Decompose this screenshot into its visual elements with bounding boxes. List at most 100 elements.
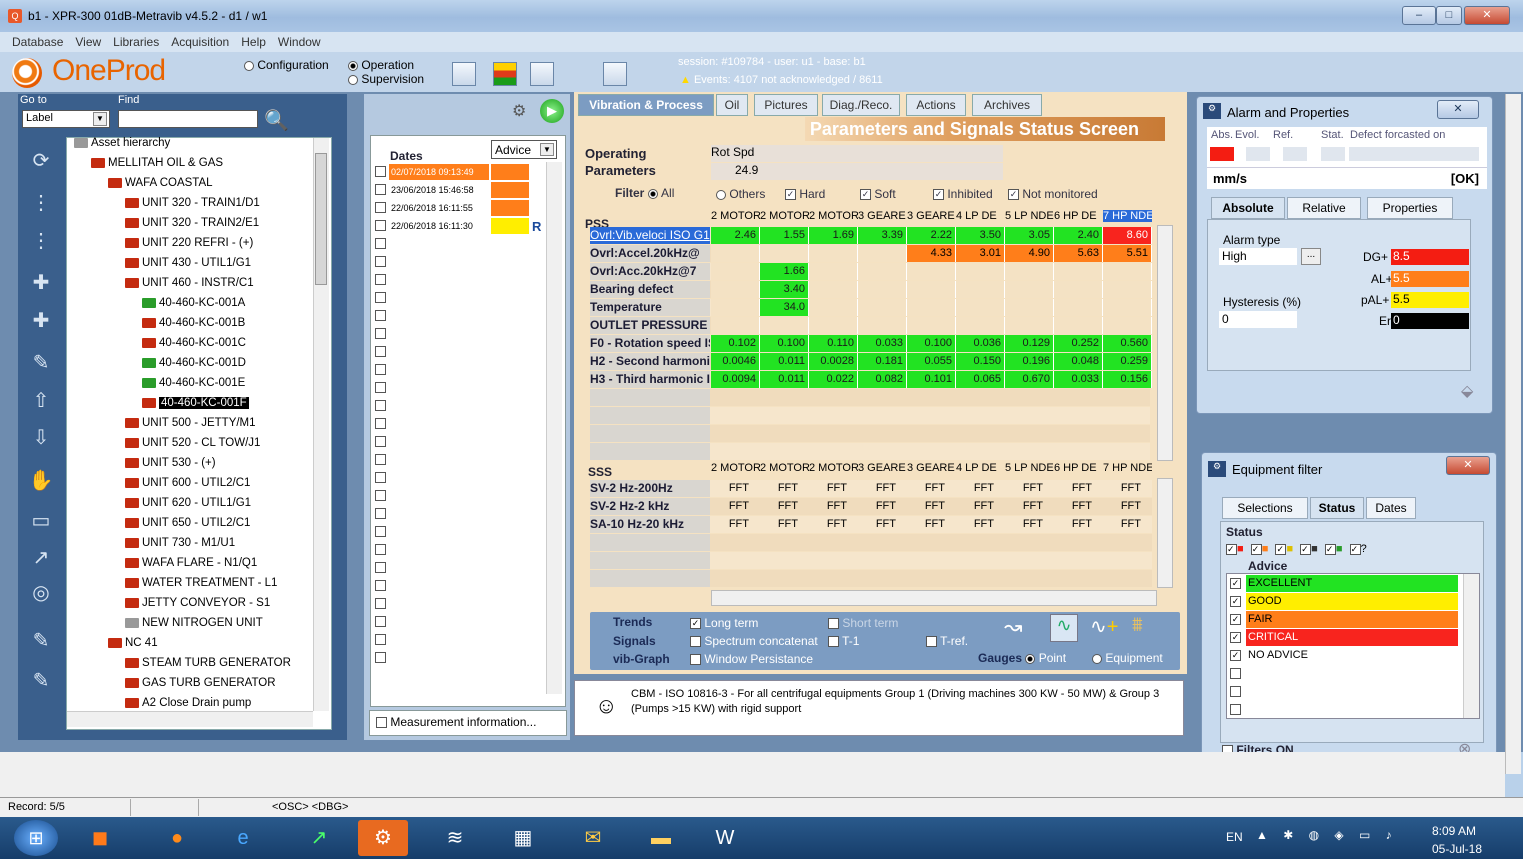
err-threshold-field[interactable]: 0: [1391, 313, 1469, 329]
tree-node[interactable]: NEW NITROGEN UNIT: [125, 617, 312, 637]
sss-hscrollbar[interactable]: [711, 590, 1157, 606]
eqfilter-tab-dates[interactable]: Dates: [1366, 497, 1416, 519]
advice-item[interactable]: GOOD: [1246, 593, 1458, 610]
pss-row-label[interactable]: Ovrl:Accel.20kHz@: [590, 245, 710, 262]
add-curve-icon[interactable]: ∿+: [1090, 614, 1118, 642]
tree-node[interactable]: 40-460-KC-001C: [142, 337, 312, 357]
checkbox-icon[interactable]: ✓: [1300, 543, 1312, 555]
pss-cell[interactable]: [858, 281, 907, 298]
al-threshold-field[interactable]: 5.5: [1391, 271, 1469, 287]
mode-operation[interactable]: Operation: [348, 58, 414, 72]
pss-cell[interactable]: [956, 281, 1005, 298]
menu-item-database[interactable]: Database: [12, 32, 63, 49]
advice-scrollbar[interactable]: [1463, 574, 1479, 718]
pss-cell[interactable]: [907, 299, 956, 316]
pss-cell[interactable]: [1103, 281, 1152, 298]
pss-cell[interactable]: 0.129: [1005, 335, 1054, 352]
pss-cell[interactable]: 0.100: [760, 335, 809, 352]
pss-cell[interactable]: [711, 245, 760, 262]
pss-cell[interactable]: 0.110: [809, 335, 858, 352]
hierarchy-detail-icon[interactable]: ⋮: [26, 228, 56, 256]
menu-item-window[interactable]: Window: [278, 32, 321, 49]
pss-scrollbar[interactable]: [1157, 225, 1173, 461]
date-checkbox[interactable]: [375, 346, 386, 357]
arrow-up-icon[interactable]: ⇧: [26, 388, 56, 416]
sss-cell[interactable]: FFT: [997, 516, 1043, 533]
pss-cell[interactable]: 0.036: [956, 335, 1005, 352]
date-checkbox[interactable]: [375, 256, 386, 267]
pss-cell[interactable]: [760, 245, 809, 262]
sss-cell[interactable]: FFT: [752, 498, 798, 515]
pss-cell[interactable]: [760, 317, 809, 334]
arrow-down-icon[interactable]: ⇩: [26, 425, 56, 453]
tree-node[interactable]: NC 41: [108, 637, 312, 657]
pss-cell[interactable]: [858, 299, 907, 316]
menu-item-view[interactable]: View: [75, 32, 101, 49]
date-checkbox[interactable]: [375, 472, 386, 483]
events-info[interactable]: ▲ Events: 4107 not acknowledged / 8611: [680, 74, 883, 86]
pss-cell[interactable]: [711, 317, 760, 334]
language-indicator[interactable]: EN: [1226, 830, 1243, 844]
tree-node[interactable]: UNIT 520 - CL TOW/J1: [125, 437, 312, 457]
pss-cell[interactable]: 0.259: [1103, 353, 1152, 370]
word-icon[interactable]: W: [700, 820, 750, 856]
radio-icon[interactable]: [1025, 653, 1036, 664]
filter-inhibited[interactable]: ✓ Inhibited: [933, 187, 993, 201]
date-checkbox[interactable]: [375, 328, 386, 339]
tab-pictures[interactable]: Pictures: [754, 94, 818, 116]
filter-not-monitored[interactable]: ✓ Not monitored: [1008, 187, 1098, 201]
tree-node[interactable]: 40-460-KC-001A: [142, 297, 312, 317]
status-list-button[interactable]: [493, 62, 517, 86]
pss-cell[interactable]: 0.022: [809, 371, 858, 388]
pss-cell[interactable]: 0.100: [907, 335, 956, 352]
tree-node[interactable]: UNIT 530 - (+): [125, 457, 312, 477]
filter-soft[interactable]: ✓ Soft: [860, 187, 896, 201]
oneprod-app-icon[interactable]: ⚙: [358, 820, 408, 856]
sss-row-label[interactable]: SV-2 Hz-2 kHz: [590, 498, 710, 515]
tree-node[interactable]: 40-460-KC-001E: [142, 377, 312, 397]
sss-column-header[interactable]: 5 LP NDE: [1005, 462, 1054, 474]
sss-cell[interactable]: FFT: [899, 498, 945, 515]
pss-cell[interactable]: 1.69: [809, 227, 858, 244]
mail-app-icon[interactable]: ✉: [568, 820, 618, 856]
tree-node[interactable]: 40-460-KC-001F: [142, 397, 312, 417]
pss-cell[interactable]: 2.40: [1054, 227, 1103, 244]
pss-cell[interactable]: [809, 317, 858, 334]
events-button[interactable]: [603, 62, 627, 86]
pss-row-label[interactable]: H2 - Second harmonic: [590, 353, 710, 370]
measurement-info[interactable]: Measurement information...: [369, 710, 567, 736]
tree-node[interactable]: JETTY CONVEYOR - S1: [125, 597, 312, 617]
date-checkbox[interactable]: [375, 364, 386, 375]
tray-icons[interactable]: ▲ ✱ ◍ ◈ ▭ ♪: [1256, 828, 1398, 842]
sss-column-header[interactable]: 2 MOTOR: [711, 462, 760, 474]
menu-item-acquisition[interactable]: Acquisition: [171, 32, 229, 49]
tree-node[interactable]: UNIT 320 - TRAIN1/D1: [125, 197, 312, 217]
sss-cell[interactable]: FFT: [997, 480, 1043, 497]
sss-cell[interactable]: FFT: [703, 516, 749, 533]
minimize-button[interactable]: –: [1402, 6, 1436, 25]
pss-cell[interactable]: 1.66: [760, 263, 809, 280]
sss-column-header[interactable]: 4 LP DE: [956, 462, 1005, 474]
pss-cell[interactable]: [1103, 317, 1152, 334]
tree-node[interactable]: WATER TREATMENT - L1: [125, 577, 312, 597]
pss-row-label[interactable]: Bearing defect: [590, 281, 710, 298]
sss-cell[interactable]: FFT: [1095, 498, 1141, 515]
pss-column-header[interactable]: 2 MOTOR: [809, 210, 858, 222]
pss-column-header[interactable]: 3 GEARE: [907, 210, 956, 222]
sss-cell[interactable]: FFT: [703, 498, 749, 515]
pss-cell[interactable]: 0.082: [858, 371, 907, 388]
sss-cell[interactable]: FFT: [850, 498, 896, 515]
pss-cell[interactable]: 0.196: [1005, 353, 1054, 370]
pss-cell[interactable]: 0.156: [1103, 371, 1152, 388]
maximize-button[interactable]: □: [1436, 6, 1462, 25]
pss-cell[interactable]: 0.033: [1054, 371, 1103, 388]
date-checkbox[interactable]: [375, 562, 386, 573]
grid-app-icon[interactable]: ▦: [498, 820, 548, 856]
alarm-tab-properties[interactable]: Properties: [1367, 197, 1453, 219]
tree-node[interactable]: UNIT 500 - JETTY/M1: [125, 417, 312, 437]
pss-cell[interactable]: [907, 263, 956, 280]
start-button[interactable]: ⊞: [14, 820, 58, 856]
pss-cell[interactable]: [858, 263, 907, 280]
window-persistance-option[interactable]: Window Persistance: [690, 652, 813, 666]
pss-cell[interactable]: [809, 263, 858, 280]
